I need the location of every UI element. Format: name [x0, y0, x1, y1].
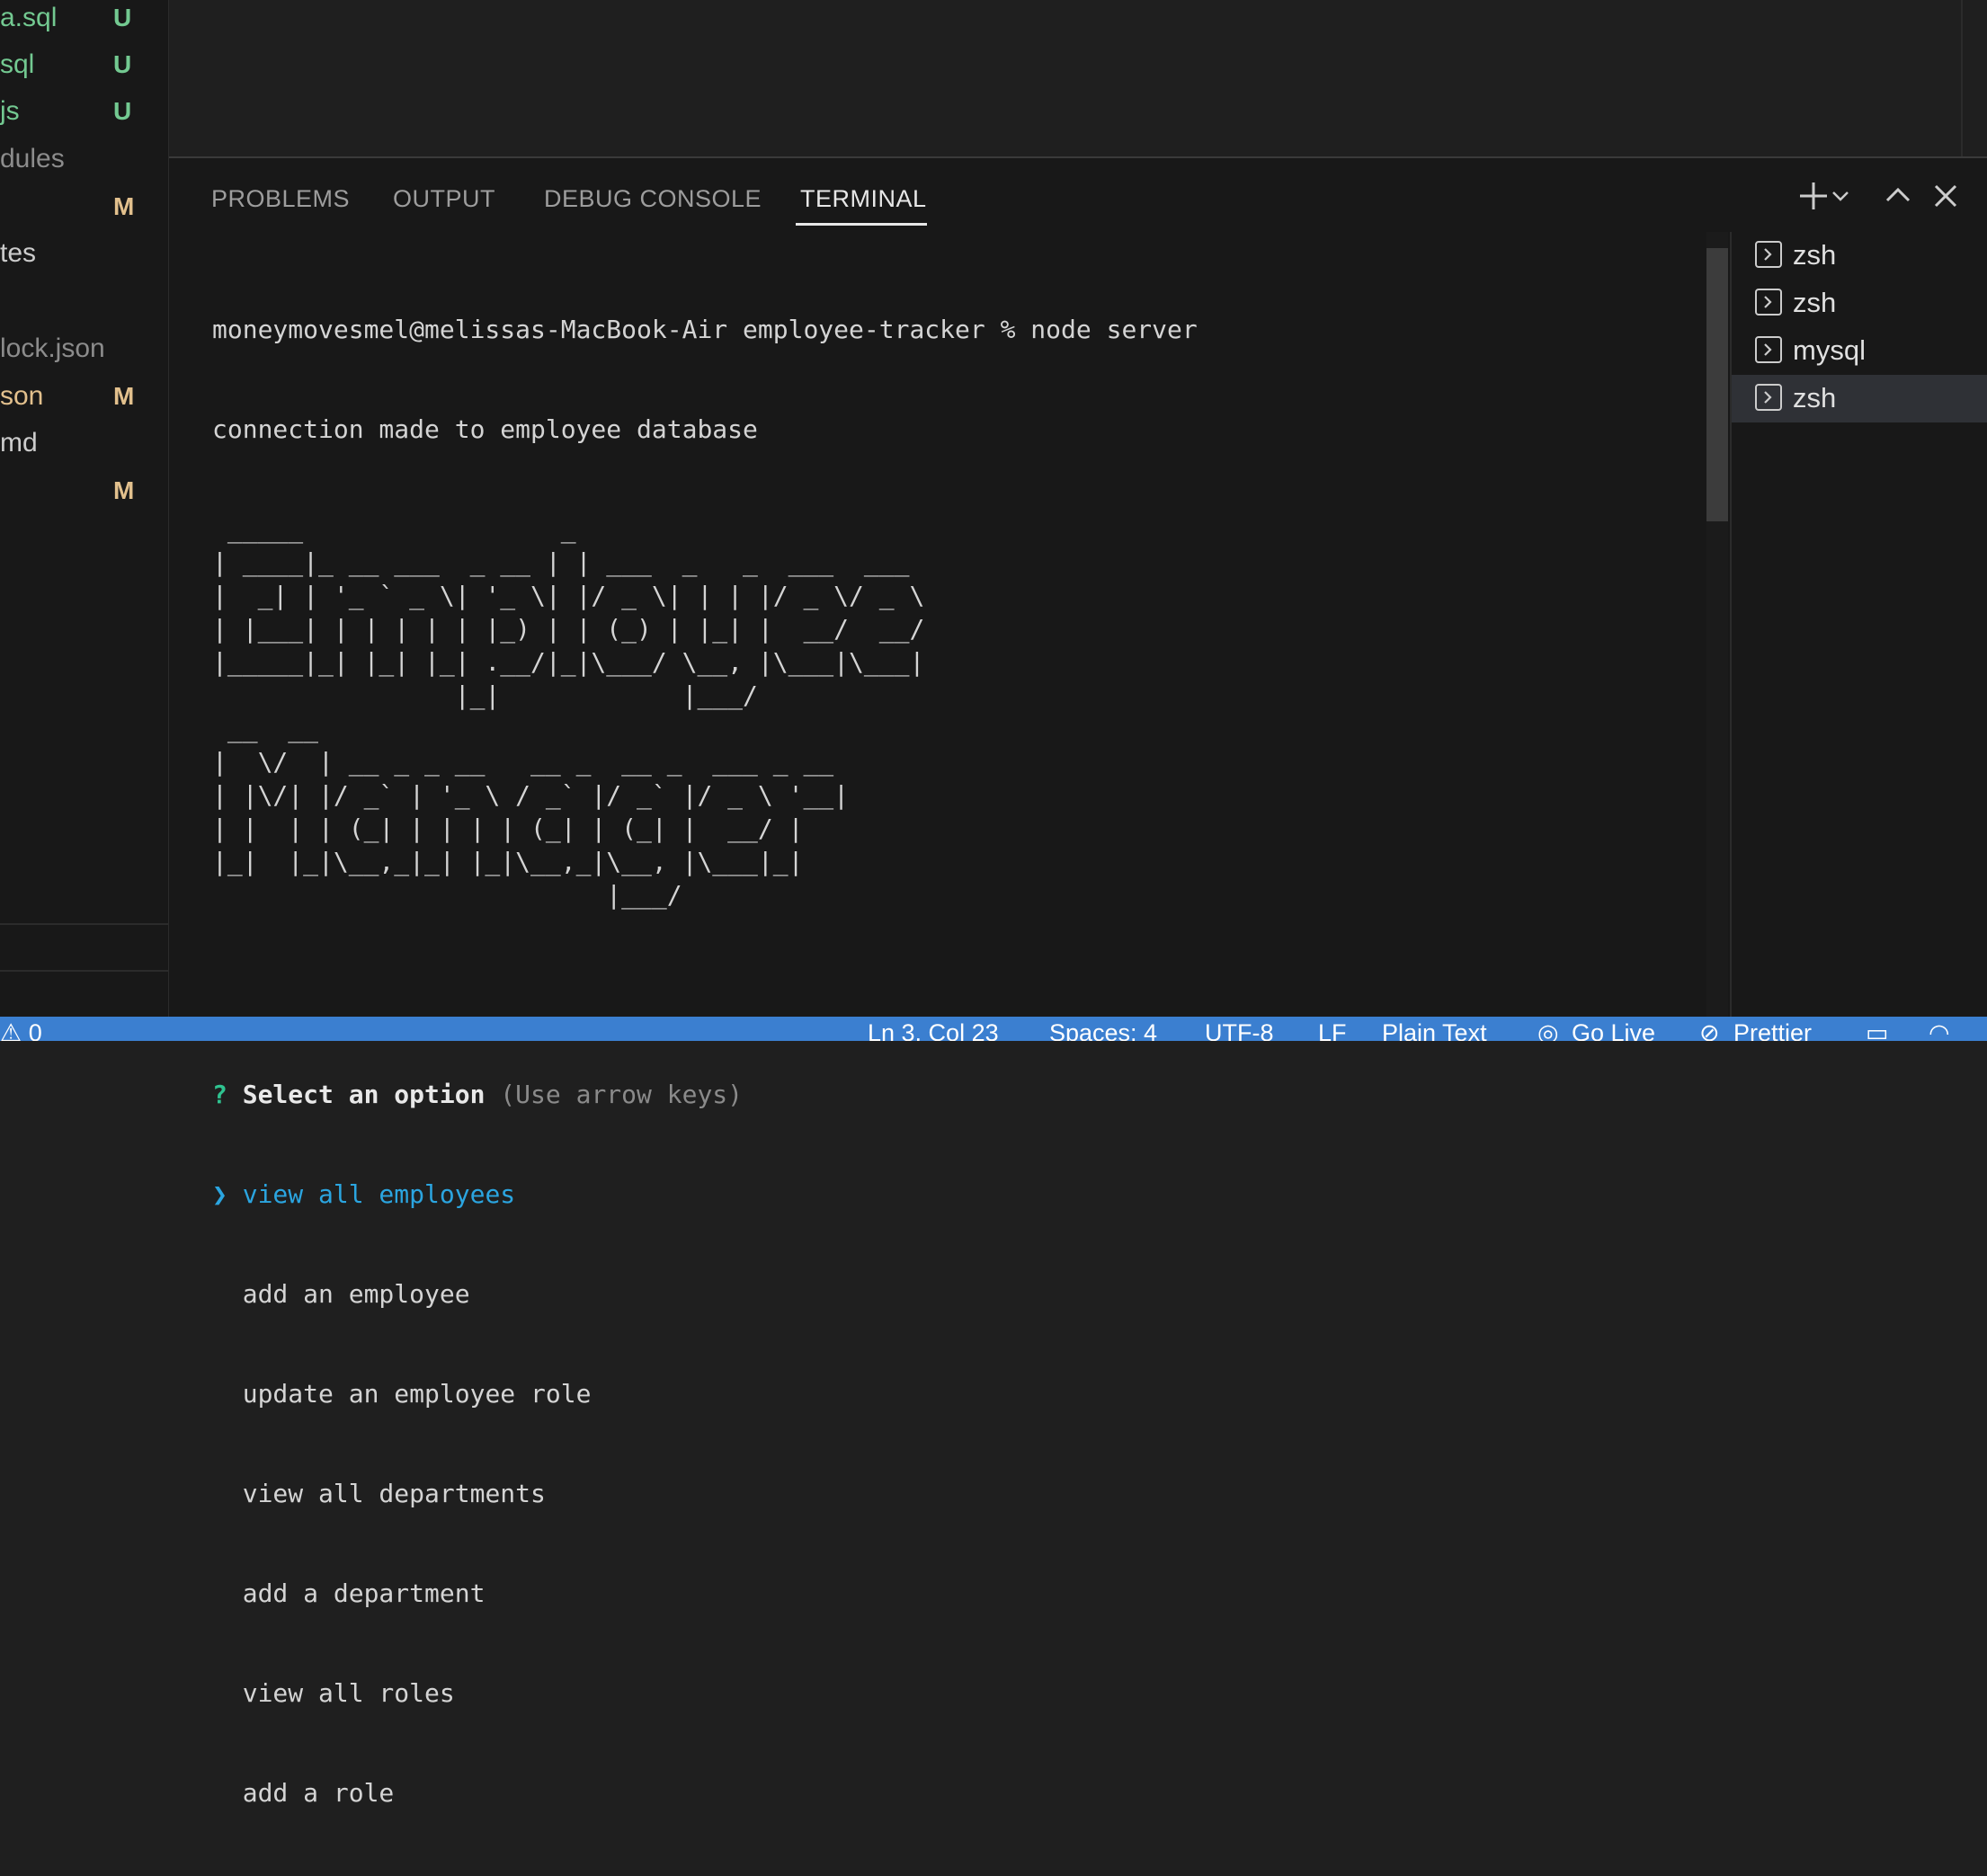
- output-line: connection made to employee database: [212, 414, 758, 444]
- check-circle-icon: ⊘: [1699, 1019, 1720, 1041]
- explorer-sidebar: a.sql U sql U js U dules M tes lock.json…: [0, 0, 169, 1017]
- section-divider: [0, 970, 168, 972]
- close-icon[interactable]: [1928, 178, 1964, 214]
- file-name: lock.json: [0, 333, 105, 363]
- tab-problems[interactable]: PROBLEMS: [211, 185, 350, 213]
- file-name: dules: [0, 144, 65, 173]
- file-item[interactable]: M: [0, 473, 168, 520]
- prompt-question: Select an option: [242, 1080, 486, 1109]
- indentation[interactable]: Spaces: 4: [1049, 1019, 1157, 1041]
- feedback-icon[interactable]: ▭: [1866, 1019, 1889, 1041]
- file-item[interactable]: sql U: [0, 47, 168, 93]
- option-item[interactable]: view all departments: [212, 1477, 1651, 1510]
- git-status-badge: M: [113, 382, 135, 410]
- git-status-badge: U: [113, 97, 132, 125]
- option-label: view all roles: [242, 1678, 455, 1708]
- terminal-list-item-active[interactable]: zsh: [1732, 375, 1987, 422]
- command-line: moneymovesmel@melissas-MacBook-Air emplo…: [212, 315, 1198, 344]
- editor-area[interactable]: [169, 0, 1987, 156]
- pointer-icon: ❯: [212, 1179, 227, 1209]
- chevron-up-icon[interactable]: [1880, 178, 1916, 214]
- plus-icon[interactable]: [1795, 178, 1831, 214]
- file-item[interactable]: son M: [0, 378, 168, 425]
- terminal-scrollbar-thumb[interactable]: [1706, 248, 1728, 521]
- go-live-button[interactable]: Go Live: [1572, 1019, 1655, 1041]
- ascii-banner: _____ _ | ____|_ __ ___ _ __ | | ___ _ _…: [212, 514, 925, 910]
- file-item[interactable]: a.sql U: [0, 0, 168, 47]
- prompt-hint: (Use arrow keys): [500, 1080, 744, 1109]
- file-name: son: [0, 381, 44, 411]
- folder-item[interactable]: dules: [0, 141, 168, 188]
- file-name: tes: [0, 238, 37, 268]
- cursor-position[interactable]: Ln 3, Col 23: [868, 1019, 999, 1041]
- file-item[interactable]: lock.json: [0, 331, 168, 378]
- encoding[interactable]: UTF-8: [1205, 1019, 1274, 1041]
- status-bar: ⚠ 0 Ln 3, Col 23 Spaces: 4 UTF-8 LF Plai…: [0, 1017, 1987, 1041]
- terminal-icon: [1755, 289, 1782, 316]
- option-item[interactable]: add a role: [212, 1776, 1651, 1809]
- git-status-badge: U: [113, 4, 132, 31]
- terminal-list: zsh zsh mysql zsh: [1732, 232, 1987, 1018]
- prompt-line: ? Select an option (Use arrow keys): [212, 1078, 1651, 1111]
- tab-output[interactable]: OUTPUT: [393, 185, 495, 213]
- terminal-list-label: zsh: [1793, 287, 1837, 318]
- terminal-list-item[interactable]: mysql: [1732, 327, 1987, 375]
- git-status-badge: M: [113, 476, 135, 504]
- file-name: md: [0, 428, 38, 458]
- line-ending[interactable]: LF: [1318, 1019, 1347, 1041]
- option-item[interactable]: add an employee: [212, 1277, 1651, 1311]
- option-item[interactable]: view all roles: [212, 1676, 1651, 1710]
- option-label: add a role: [242, 1778, 395, 1808]
- git-status-badge: M: [113, 192, 135, 220]
- bottom-panel: PROBLEMS OUTPUT DEBUG CONSOLE TERMINAL m…: [169, 156, 1987, 1808]
- active-tab-indicator: [796, 223, 927, 226]
- chevron-down-icon[interactable]: [1830, 178, 1851, 214]
- prettier-button[interactable]: Prettier: [1733, 1019, 1812, 1041]
- option-selected[interactable]: ❯ view all employees: [212, 1178, 1651, 1211]
- terminal-icon: [1755, 384, 1782, 411]
- option-item[interactable]: update an employee role: [212, 1377, 1651, 1410]
- option-label: add a department: [242, 1578, 486, 1608]
- tab-terminal[interactable]: TERMINAL: [800, 185, 927, 213]
- terminal-icon: [1755, 336, 1782, 363]
- terminal-list-label: mysql: [1793, 334, 1866, 366]
- file-name: a.sql: [0, 3, 58, 32]
- terminal-list-label: zsh: [1793, 382, 1837, 413]
- prompt-mark: ?: [212, 1080, 227, 1109]
- option-label: view all departments: [242, 1479, 546, 1508]
- panel-tab-bar: PROBLEMS OUTPUT DEBUG CONSOLE TERMINAL: [169, 158, 1987, 230]
- editor-scrollbar[interactable]: [1961, 0, 1963, 156]
- language-mode[interactable]: Plain Text: [1382, 1019, 1487, 1041]
- bell-icon[interactable]: ◠: [1929, 1019, 1950, 1041]
- terminal-output[interactable]: moneymovesmel@melissas-MacBook-Air emplo…: [212, 246, 1651, 1808]
- option-label: update an employee role: [242, 1379, 592, 1409]
- option-label: add an employee: [242, 1279, 470, 1309]
- file-item[interactable]: M: [0, 189, 168, 236]
- option-item[interactable]: add a department: [212, 1577, 1651, 1610]
- section-divider: [0, 923, 168, 925]
- file-name: js: [0, 96, 20, 126]
- terminal-list-label: zsh: [1793, 239, 1837, 271]
- problems-count[interactable]: ⚠ 0: [0, 1019, 42, 1041]
- broadcast-icon: ◎: [1537, 1019, 1559, 1041]
- file-item[interactable]: md: [0, 425, 168, 472]
- terminal-icon: [1755, 241, 1782, 268]
- tab-debug-console[interactable]: DEBUG CONSOLE: [544, 185, 762, 213]
- terminal-list-item[interactable]: zsh: [1732, 280, 1987, 327]
- git-status-badge: U: [113, 50, 132, 78]
- file-name: sql: [0, 49, 35, 79]
- option-label: view all employees: [242, 1179, 516, 1209]
- file-item[interactable]: tes: [0, 236, 168, 282]
- terminal-list-item[interactable]: zsh: [1732, 232, 1987, 280]
- file-item[interactable]: js U: [0, 93, 168, 140]
